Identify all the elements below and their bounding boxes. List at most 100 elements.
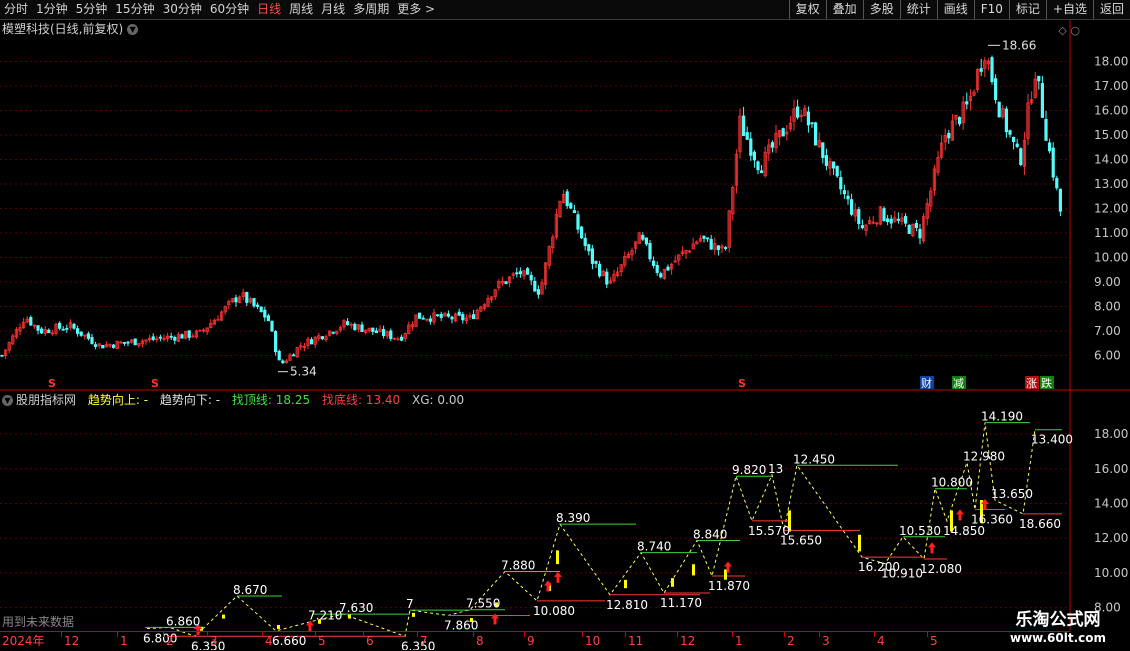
buy-arrow-icon xyxy=(928,542,936,554)
candle-body xyxy=(526,268,530,275)
multi-stock-button[interactable]: 多股 xyxy=(862,0,900,19)
candle-body xyxy=(598,263,602,277)
candle-body xyxy=(259,306,263,313)
limit-down-tag: 跌 xyxy=(1041,376,1052,390)
time-axis-tick xyxy=(61,632,62,637)
tab-30min[interactable]: 30分钟 xyxy=(159,0,206,19)
panel-nav-icons: ◇ ○ xyxy=(1058,24,1080,37)
zigzag-value-label: 7.550 xyxy=(466,597,500,611)
add-watchlist-button[interactable]: +自选 xyxy=(1045,0,1093,19)
future-data-note: 用到未来数据 xyxy=(2,615,75,629)
candle-body xyxy=(1037,75,1041,82)
zigzag-value-label: 11.870 xyxy=(708,579,750,593)
time-axis-label: 10 xyxy=(585,634,601,648)
main-y-tick: 11.00 xyxy=(1094,226,1128,240)
candle-body xyxy=(29,317,33,326)
candle-body xyxy=(450,316,454,320)
candle-body xyxy=(399,336,404,341)
candle-body xyxy=(180,334,184,339)
time-axis-label: 5 xyxy=(930,634,938,648)
time-axis: 2024年 12 1 2 3 4 5 6 7 8 9 10 11 12 1 2 3 4 5 xyxy=(0,631,1070,651)
tab-60min[interactable]: 60分钟 xyxy=(206,0,253,19)
candle-body xyxy=(572,210,577,213)
candle-body xyxy=(263,309,267,318)
main-y-tick: 12.00 xyxy=(1094,202,1128,216)
candle-body xyxy=(421,317,425,320)
back-button[interactable]: 返回 xyxy=(1092,0,1130,19)
candle-body xyxy=(742,115,746,137)
main-y-tick: 7.00 xyxy=(1094,324,1121,338)
candle-body xyxy=(277,350,281,361)
limit-up-tag: 涨 xyxy=(1026,377,1037,390)
tab-15min[interactable]: 15分钟 xyxy=(111,0,158,19)
candle-body xyxy=(605,271,609,285)
tab-5min[interactable]: 5分钟 xyxy=(72,0,112,19)
tab-more[interactable]: 更多 > xyxy=(393,0,439,19)
candle-body xyxy=(417,312,422,319)
zigzag-value-label: 15.650 xyxy=(780,533,822,547)
time-axis-label: 4 xyxy=(265,634,273,648)
circle-icon[interactable]: ○ xyxy=(1070,24,1080,37)
time-axis-label: 2024年 xyxy=(2,634,45,648)
tab-1min[interactable]: 1分钟 xyxy=(32,0,72,19)
time-axis-tick xyxy=(363,632,364,637)
tab-multi-period[interactable]: 多周期 xyxy=(349,0,393,19)
tab-weekly[interactable]: 周线 xyxy=(285,0,317,19)
candle-body xyxy=(381,329,386,337)
tab-daily[interactable]: 日线 xyxy=(253,0,285,19)
candle-body xyxy=(994,78,998,101)
candle-body xyxy=(428,318,433,322)
signal-bar xyxy=(858,534,861,552)
zigzag-value-label: 12.080 xyxy=(920,562,962,576)
candle-body xyxy=(749,138,753,156)
draw-line-button[interactable]: 画线 xyxy=(936,0,974,19)
indicator-y-tick: 18.00 xyxy=(1094,427,1128,441)
s-signal-marker: S xyxy=(738,377,746,390)
candle-body xyxy=(320,336,325,340)
trend-up-value: 趋势向上: - xyxy=(87,393,149,407)
candle-body xyxy=(90,337,94,344)
candle-body xyxy=(569,203,573,209)
candle-body xyxy=(374,330,379,334)
time-axis-label: 9 xyxy=(527,634,535,648)
candle-body xyxy=(504,281,508,284)
f10-button[interactable]: F10 xyxy=(973,0,1009,19)
zigzag-value-label: 13.650 xyxy=(991,487,1033,501)
zigzag-value-label: 10.800 xyxy=(931,476,973,490)
candle-body xyxy=(252,298,256,307)
main-y-tick: 10.00 xyxy=(1094,251,1128,265)
tab-monthly[interactable]: 月线 xyxy=(317,0,349,19)
candle-body xyxy=(255,304,260,307)
candle-body xyxy=(1012,136,1016,143)
chevron-down-icon[interactable]: ▼ xyxy=(2,395,13,406)
tag-button[interactable]: 标记 xyxy=(1008,0,1046,19)
diamond-icon[interactable]: ◇ xyxy=(1058,24,1066,37)
chevron-down-icon[interactable]: ▼ xyxy=(127,24,139,35)
zigzag-value-label: 10.530 xyxy=(899,524,941,538)
main-y-tick: 6.00 xyxy=(1094,349,1121,363)
indicator-y-tick: 16.00 xyxy=(1094,462,1128,476)
stats-button[interactable]: 统计 xyxy=(899,0,937,19)
time-axis-tick xyxy=(625,632,626,637)
candle-body xyxy=(47,329,51,334)
tab-fenshi[interactable]: 分时 xyxy=(0,0,32,19)
overlay-button[interactable]: 叠加 xyxy=(825,0,863,19)
zigzag-value-label: 12.810 xyxy=(606,598,648,612)
main-y-tick: 14.00 xyxy=(1094,153,1128,167)
main-y-tick: 9.00 xyxy=(1094,275,1121,289)
time-axis-label: 5 xyxy=(318,634,326,648)
time-axis-tick xyxy=(117,632,118,637)
candle-body xyxy=(896,218,901,221)
candle-body xyxy=(112,344,116,348)
candle-body xyxy=(716,245,721,251)
fuquan-button[interactable]: 复权 xyxy=(788,0,826,19)
candle-body xyxy=(457,311,461,316)
main-y-tick: 13.00 xyxy=(1094,177,1128,191)
candle-body xyxy=(1008,130,1012,135)
candle-body xyxy=(40,328,44,334)
stock-title: 模塑科技(日线,前复权) xyxy=(2,22,124,36)
time-axis-tick xyxy=(784,632,785,637)
candle-body xyxy=(173,336,177,341)
time-axis-label: 4 xyxy=(877,634,885,648)
zigzag-value-label: 8.840 xyxy=(693,527,727,541)
